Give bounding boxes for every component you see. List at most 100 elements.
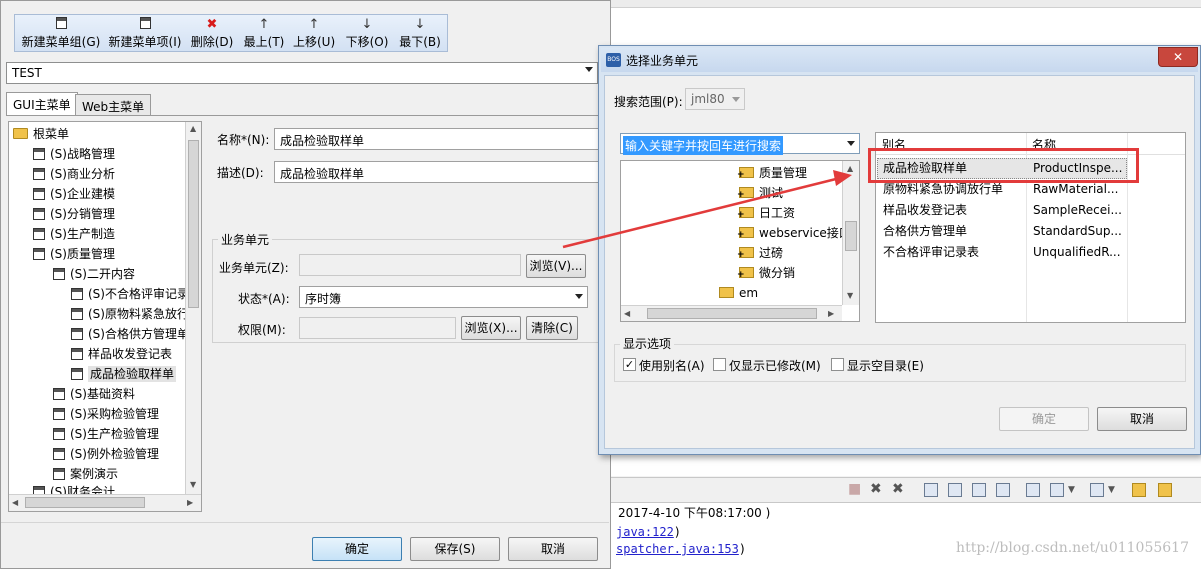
scrollbar-thumb[interactable] — [188, 140, 199, 308]
close-icon[interactable]: ✕ — [1158, 47, 1198, 67]
use-alias-checkbox[interactable]: ✓ — [623, 358, 636, 371]
dialog-tree-item[interactable]: + webservice接口 — [737, 223, 851, 243]
browse-business-unit-button[interactable]: 浏览(V)... — [526, 254, 586, 278]
search-scope-select[interactable]: jml80 — [685, 88, 745, 110]
remove-all-icon[interactable]: ✖ — [892, 481, 904, 497]
chevron-down-icon[interactable]: ▼ — [1068, 485, 1075, 495]
scroll-left-icon[interactable]: ◀ — [12, 498, 18, 507]
tree-vertical-scrollbar[interactable]: ▲ ▼ — [185, 122, 201, 494]
chevron-down-icon[interactable]: ▼ — [1108, 485, 1115, 495]
move-bottom-button[interactable]: ↓ 最下(B) — [398, 17, 442, 51]
tree-item[interactable]: (S)企业建模 — [33, 184, 115, 204]
tree-item[interactable]: (S)战略管理 — [33, 144, 115, 164]
remove-icon[interactable]: ✖ — [870, 481, 882, 497]
tree-item[interactable]: (S)基础资料 — [53, 384, 135, 404]
scrollbar-thumb[interactable] — [845, 221, 857, 251]
dialog-tree-item[interactable]: em — [719, 283, 758, 303]
state-select-value: 序时簿 — [305, 292, 342, 306]
ok-button[interactable]: 确定 — [312, 537, 402, 561]
menu-item-icon — [53, 448, 65, 460]
dialog-ok-button[interactable]: 确定 — [999, 407, 1089, 431]
show-empty-checkbox[interactable] — [831, 358, 844, 371]
move-top-button[interactable]: ↑ 最上(T) — [243, 17, 285, 51]
cancel-button[interactable]: 取消 — [508, 537, 598, 561]
dialog-tree-item[interactable]: + 质量管理 — [737, 163, 807, 183]
scrollbar-thumb[interactable] — [25, 497, 145, 508]
search-input[interactable]: 输入关键字并按回车进行搜索 — [620, 133, 860, 155]
tree-item[interactable]: (S)质量管理 — [33, 244, 115, 264]
chevron-down-icon[interactable] — [585, 67, 593, 72]
folder-icon: + — [737, 267, 754, 280]
dialog-tree-horizontal-scrollbar[interactable]: ◀ ▶ — [621, 305, 842, 321]
word-wrap-icon[interactable] — [972, 483, 986, 497]
description-input[interactable]: 成品检验取样单 — [274, 161, 605, 183]
new-console-icon[interactable] — [1090, 483, 1104, 497]
tree-item[interactable]: (S)分销管理 — [33, 204, 115, 224]
state-select[interactable]: 序时簿 — [299, 286, 588, 308]
scroll-up-icon[interactable]: ▲ — [847, 164, 853, 173]
tree-item-label: (S)企业建模 — [50, 187, 115, 201]
tree-item[interactable]: (S)二开内容 — [53, 264, 135, 284]
scroll-down-icon[interactable]: ▼ — [190, 480, 196, 489]
dialog-tree-vertical-scrollbar[interactable]: ▲ ▼ — [842, 161, 859, 305]
tree-item[interactable]: (S)例外检验管理 — [53, 444, 159, 464]
list-row-alias[interactable]: 样品收发登记表 — [883, 200, 967, 220]
stop-icon[interactable]: ■ — [848, 481, 861, 497]
clear-permission-button[interactable]: 清除(C) — [526, 316, 578, 340]
dialog-tree-item[interactable]: + 日工资 — [737, 203, 795, 223]
list-row-name[interactable]: SampleRecei... — [1033, 200, 1122, 220]
pin-console-icon[interactable] — [1026, 483, 1040, 497]
scroll-lock-icon[interactable] — [948, 483, 962, 497]
dialog-tree-item[interactable]: + 过磅 — [737, 243, 783, 263]
tree-item[interactable]: (S)商业分析 — [33, 164, 115, 184]
scroll-down-icon[interactable]: ▼ — [847, 291, 853, 300]
scrollbar-thumb[interactable] — [647, 308, 817, 319]
save-button[interactable]: 保存(S) — [410, 537, 500, 561]
tree-item[interactable]: 案例演示 — [53, 464, 118, 484]
show-console-icon[interactable] — [996, 483, 1010, 497]
modified-only-checkbox[interactable] — [713, 358, 726, 371]
tree-item[interactable]: (S)不合格评审记录 — [71, 284, 189, 304]
scroll-right-icon[interactable]: ▶ — [187, 498, 193, 507]
dialog-tree-item[interactable]: + 测试 — [737, 183, 783, 203]
display-console-icon[interactable] — [1050, 483, 1064, 497]
console-link-2[interactable]: spatcher.java:153 — [616, 542, 739, 556]
list-row-name[interactable]: StandardSup... — [1033, 221, 1122, 241]
tree-item[interactable]: (S)采购检验管理 — [53, 404, 159, 424]
tree-horizontal-scrollbar[interactable]: ◀ ▶ — [9, 494, 201, 511]
list-row-name[interactable]: UnqualifiedR... — [1033, 242, 1121, 262]
console-link-1[interactable]: java:122 — [616, 525, 674, 539]
tree-item[interactable]: 样品收发登记表 — [71, 344, 172, 364]
tree-item-root[interactable]: 根菜单 — [13, 124, 69, 144]
tree-item[interactable]: (S)原物料紧急放行 — [71, 304, 189, 324]
copy-icon[interactable] — [924, 483, 938, 497]
delete-button[interactable]: ✖ 删除(D) — [190, 17, 234, 51]
new-menu-group-button[interactable]: 新建菜单组(G) — [19, 17, 103, 51]
tab-web-menu[interactable]: Web主菜单 — [75, 94, 152, 116]
dialog-cancel-button[interactable]: 取消 — [1097, 407, 1187, 431]
list-row-alias[interactable]: 不合格评审记录表 — [883, 242, 979, 262]
scroll-right-icon[interactable]: ▶ — [828, 309, 834, 318]
tree-item-selected[interactable]: 成品检验取样单 — [71, 364, 177, 384]
tree-item[interactable]: (S)生产制造 — [33, 224, 115, 244]
list-row-alias[interactable]: 合格供方管理单 — [883, 221, 967, 241]
tree-item[interactable]: (S)合格供方管理单 — [71, 324, 189, 344]
tree-item[interactable]: (S)生产检验管理 — [53, 424, 159, 444]
move-up-button[interactable]: ↑ 上移(U) — [293, 17, 335, 51]
folder-icon[interactable] — [1132, 483, 1146, 497]
menu-select[interactable]: TEST — [6, 62, 598, 84]
scroll-left-icon[interactable]: ◀ — [624, 309, 630, 318]
browse-permission-button[interactable]: 浏览(X)... — [461, 316, 521, 340]
scroll-up-icon[interactable]: ▲ — [190, 124, 196, 133]
chevron-down-icon[interactable] — [732, 97, 740, 102]
tab-gui-menu[interactable]: GUI主菜单 — [6, 92, 78, 116]
open-folder-icon[interactable] — [1158, 483, 1172, 497]
use-alias-label: 使用别名(A) — [639, 359, 705, 373]
move-down-button[interactable]: ↓ 下移(O) — [345, 17, 389, 51]
name-input[interactable]: 成品检验取样单 — [274, 128, 605, 150]
chevron-down-icon[interactable] — [575, 294, 583, 299]
dialog-tree-item[interactable]: + 微分销 — [737, 263, 795, 283]
folder-icon: + — [737, 207, 754, 220]
chevron-down-icon[interactable] — [847, 141, 855, 146]
new-menu-item-button[interactable]: 新建菜单项(I) — [107, 17, 183, 51]
